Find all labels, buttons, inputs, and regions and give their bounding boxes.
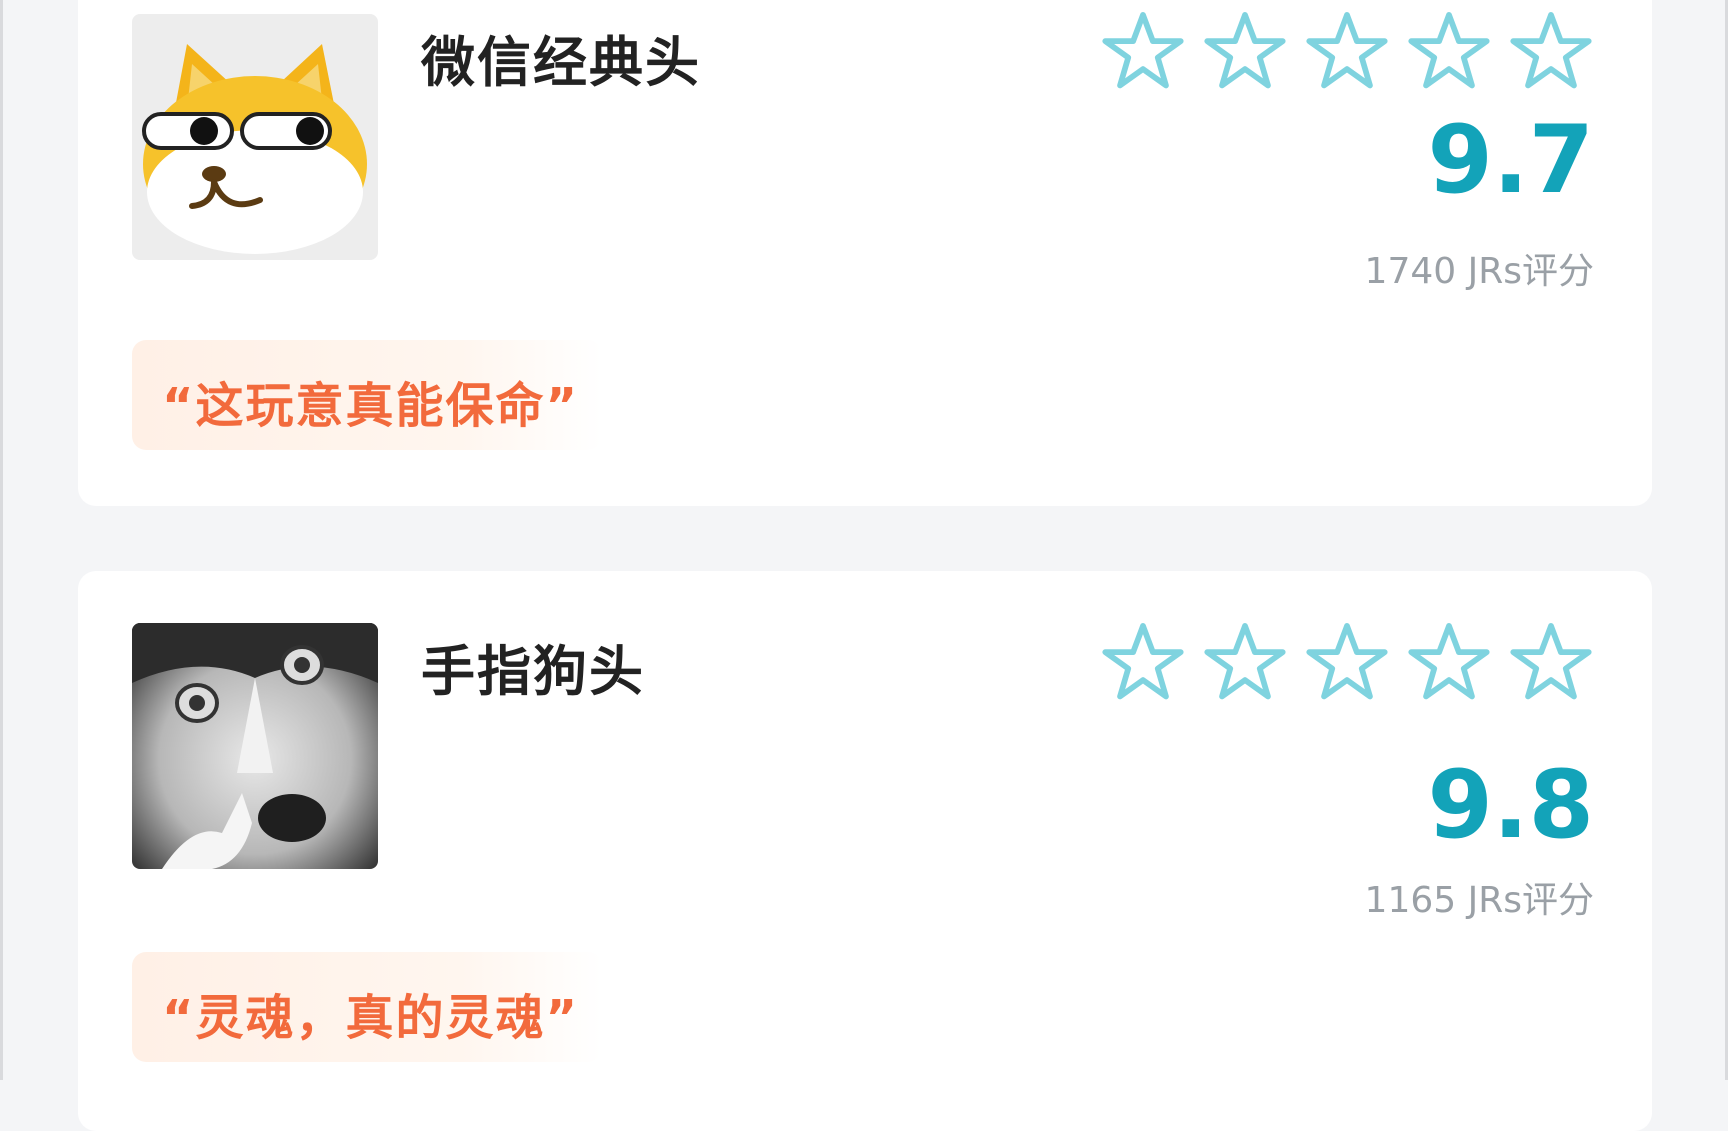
star-rating[interactable] — [1102, 10, 1592, 92]
star-outline-icon[interactable] — [1102, 10, 1184, 92]
quote-text: “灵魂，真的灵魂” — [162, 990, 580, 1046]
star-outline-icon[interactable] — [1408, 10, 1490, 92]
star-outline-icon[interactable] — [1408, 621, 1490, 703]
star-outline-icon[interactable] — [1306, 621, 1388, 703]
quote-badge: “这玩意真能保命” — [132, 340, 602, 450]
star-rating[interactable] — [1102, 621, 1592, 703]
quote-badge: “灵魂，真的灵魂” — [132, 952, 602, 1062]
emoji-name: 微信经典头 — [421, 31, 701, 94]
screen-edge-left — [0, 0, 3, 1080]
star-outline-icon[interactable] — [1102, 621, 1184, 703]
star-outline-icon[interactable] — [1510, 621, 1592, 703]
shiba-avatar[interactable] — [132, 14, 378, 260]
quote-text: “这玩意真能保命” — [162, 378, 580, 434]
shiba-emoji-icon — [132, 14, 378, 260]
rating-count: 1165 JRs评分 — [1364, 880, 1594, 921]
rating-card[interactable]: 手指狗头 9.8 1165 JRs评分 “灵魂，真的灵魂” — [78, 571, 1652, 1131]
star-outline-icon[interactable] — [1204, 621, 1286, 703]
star-outline-icon[interactable] — [1306, 10, 1388, 92]
rating-count: 1740 JRs评分 — [1364, 251, 1594, 292]
emoji-name: 手指狗头 — [421, 640, 645, 703]
husky-avatar[interactable] — [132, 623, 378, 869]
rating-card[interactable]: 微信经典头 9.7 1740 JRs评分 “这玩意真能保命” — [78, 0, 1652, 506]
star-outline-icon[interactable] — [1204, 10, 1286, 92]
page: 微信经典头 9.7 1740 JRs评分 “这玩意真能保命” 手指狗头 9.8 … — [0, 0, 1728, 1131]
star-outline-icon[interactable] — [1510, 10, 1592, 92]
husky-photo-icon — [132, 623, 378, 869]
score-value: 9.8 — [1427, 751, 1594, 860]
score-value: 9.7 — [1427, 106, 1594, 215]
